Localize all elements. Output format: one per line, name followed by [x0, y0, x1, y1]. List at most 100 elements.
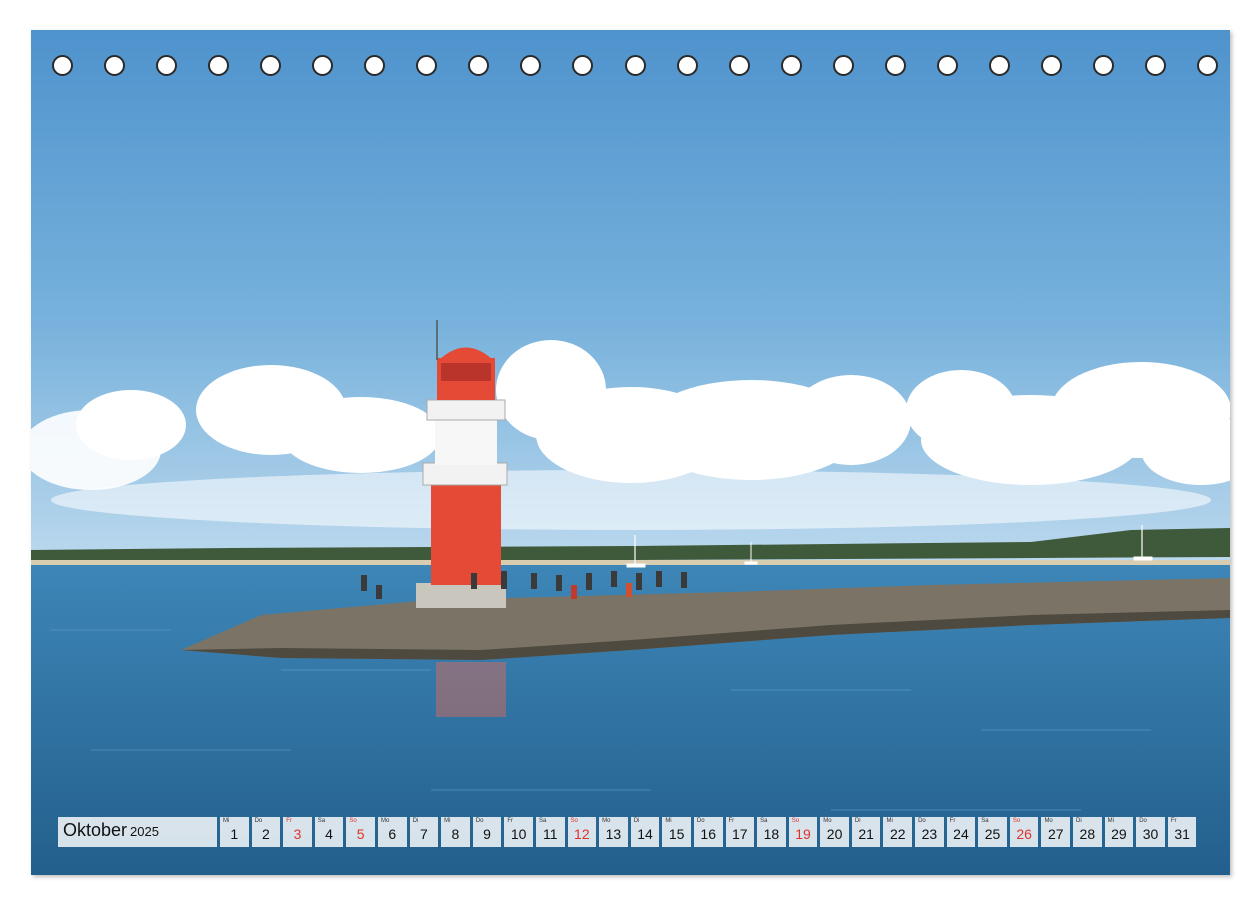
day-cell: So 12 — [567, 817, 597, 847]
day-number: 18 — [763, 826, 780, 842]
day-cell: Di 14 — [630, 817, 660, 847]
day-number: 27 — [1047, 826, 1064, 842]
day-cell: Fr 10 — [504, 817, 533, 847]
weekday-label: Sa — [538, 818, 547, 824]
day-cell: Sa 11 — [535, 817, 565, 847]
binding-hole — [1040, 55, 1062, 76]
weekday-label: Mi — [223, 818, 230, 824]
weekday-label: Fr — [949, 818, 956, 824]
weekday-label: Mo — [1044, 818, 1053, 824]
day-cell: Mi 22 — [883, 817, 913, 847]
weekday-label: Mi — [444, 818, 451, 824]
day-cell: So 26 — [1009, 817, 1039, 847]
binding-hole — [676, 55, 698, 76]
weekday-label: Fr — [507, 818, 514, 824]
binding-hole — [260, 55, 282, 76]
binding-hole — [728, 55, 750, 76]
weekday-label: Mi — [886, 818, 893, 824]
weekday-label: Do — [1139, 818, 1147, 824]
weekday-label: Di — [1076, 818, 1082, 824]
day-number: 20 — [826, 826, 843, 842]
binding-hole — [104, 55, 126, 76]
binding-hole — [988, 55, 1010, 76]
binding-hole — [312, 55, 334, 76]
month-year: 2025 — [130, 824, 159, 839]
binding-hole — [520, 55, 542, 76]
day-number: 8 — [451, 826, 460, 842]
binding-hole — [156, 55, 178, 76]
binding-holes — [31, 30, 1230, 110]
weekday-label: Di — [633, 818, 640, 824]
binding-hole — [780, 55, 802, 76]
weekday-label: Di — [412, 818, 419, 824]
weekday-label: Mi — [1107, 818, 1114, 824]
weekday-label: So — [791, 818, 800, 824]
weekday-label: Fr — [728, 818, 735, 824]
day-number: 3 — [293, 826, 302, 842]
day-cell: Fr 17 — [725, 817, 755, 847]
binding-hole — [572, 55, 594, 76]
weekday-label: Do — [254, 818, 263, 824]
day-cell: Mo 20 — [820, 817, 849, 847]
day-cell: Di 28 — [1073, 817, 1102, 847]
binding-hole — [468, 55, 490, 76]
lighthouse-reflection — [436, 662, 506, 717]
day-number: 9 — [483, 826, 491, 842]
day-number: 29 — [1111, 826, 1127, 842]
day-number: 21 — [858, 826, 874, 842]
day-number: 6 — [388, 826, 397, 842]
day-cell: Mo 6 — [377, 817, 407, 847]
calendar-strip: Oktober 2025 Mi 1 Do 2 Fr 3 Sa 4 So 5 Mo 6 Di 7 Mi 8 Do 9 F… — [58, 817, 1197, 847]
day-number: 23 — [921, 826, 938, 842]
day-number: 24 — [953, 826, 969, 842]
weekday-label: Mo — [380, 818, 390, 824]
day-number: 15 — [668, 826, 685, 842]
day-cell: Mi 8 — [441, 817, 470, 847]
day-number: 1 — [230, 826, 239, 842]
calendar-page: Oktober 2025 Mi 1 Do 2 Fr 3 Sa 4 So 5 Mo 6 Di 7 Mi 8 Do 9 F… — [31, 30, 1230, 875]
day-number: 17 — [732, 826, 748, 842]
weekday-label: Sa — [760, 818, 768, 824]
day-number: 31 — [1174, 826, 1190, 842]
binding-hole — [832, 55, 854, 76]
day-cell: Do 30 — [1136, 817, 1165, 847]
binding-hole — [52, 55, 73, 76]
day-cell: Fr 31 — [1167, 817, 1197, 847]
day-number: 30 — [1142, 826, 1159, 842]
day-cell: Fr 3 — [283, 817, 312, 847]
day-cell: Sa 18 — [757, 817, 786, 847]
day-cell: So 5 — [346, 817, 375, 847]
binding-hole — [416, 55, 438, 76]
weekday-label: Di — [854, 818, 861, 824]
day-number: 19 — [795, 826, 811, 842]
day-number: 2 — [261, 826, 270, 842]
day-cell: Do 23 — [915, 817, 944, 847]
weekday-label: Sa — [981, 818, 989, 824]
day-cell: Mi 15 — [662, 817, 691, 847]
binding-hole — [364, 55, 386, 76]
day-number: 13 — [605, 826, 622, 842]
day-cell: Fr 24 — [946, 817, 976, 847]
day-number: 14 — [637, 826, 653, 842]
weekday-label: Do — [696, 818, 705, 824]
binding-hole — [1092, 55, 1114, 76]
day-number: 16 — [700, 826, 716, 842]
day-cell: Mo 27 — [1041, 817, 1071, 847]
lighthouse-photo — [31, 30, 1230, 875]
binding-hole — [884, 55, 906, 76]
day-cell: Do 9 — [472, 817, 502, 847]
weekday-label: Do — [475, 818, 484, 824]
day-cell: Sa 4 — [314, 817, 344, 847]
month-label: Oktober 2025 — [58, 817, 217, 847]
day-number: 22 — [889, 826, 906, 842]
weekday-label: Do — [918, 818, 926, 824]
binding-hole — [1197, 55, 1218, 76]
binding-hole — [1144, 55, 1166, 76]
day-number: 12 — [574, 826, 590, 842]
binding-hole — [208, 55, 230, 76]
weekday-label: Mo — [823, 818, 832, 824]
binding-hole — [624, 55, 646, 76]
day-cell: Do 16 — [693, 817, 723, 847]
day-number: 7 — [419, 826, 428, 842]
day-number: 5 — [356, 826, 365, 842]
